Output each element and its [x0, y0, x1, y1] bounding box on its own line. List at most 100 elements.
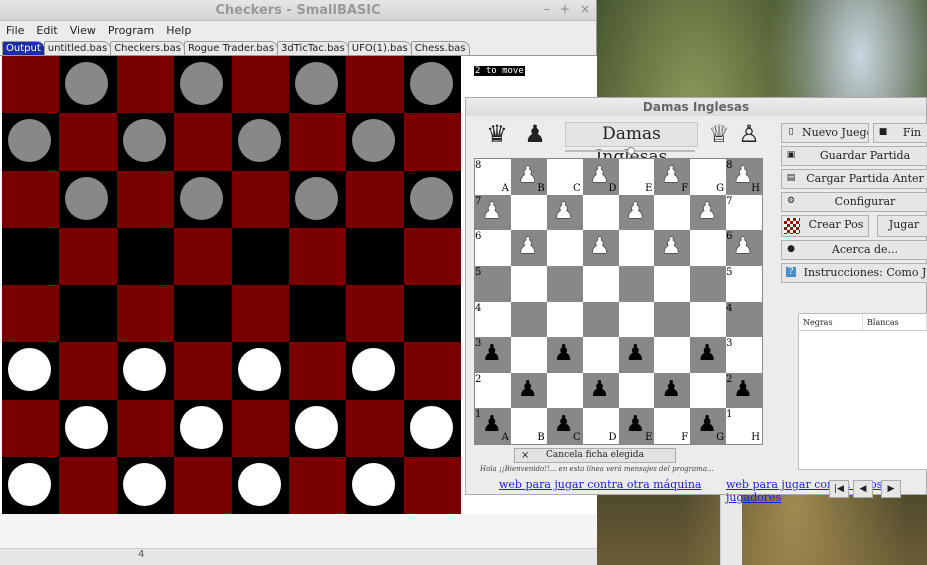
white-pawn-icon[interactable]: ♟	[518, 233, 538, 261]
board-square[interactable]	[174, 227, 232, 285]
black-pawn-icon[interactable]: ♟	[626, 340, 646, 368]
board-square[interactable]	[59, 113, 117, 171]
gray-piece[interactable]	[352, 119, 396, 163]
board-square[interactable]	[403, 227, 461, 285]
board-square[interactable]	[346, 227, 404, 285]
damas-square[interactable]: D	[582, 408, 619, 444]
gray-piece[interactable]	[8, 119, 51, 163]
board-square[interactable]	[116, 399, 175, 457]
white-piece[interactable]	[8, 348, 51, 392]
gray-piece[interactable]	[65, 176, 109, 220]
damas-square[interactable]	[510, 194, 547, 231]
tab-ufo[interactable]: UFO(1).bas	[347, 41, 412, 55]
white-piece[interactable]	[352, 348, 396, 392]
board-square[interactable]	[288, 113, 347, 171]
damas-square[interactable]: 4	[475, 301, 511, 338]
damas-square[interactable]: F	[654, 408, 691, 444]
damas-square[interactable]: B ♟	[510, 159, 547, 195]
board-square[interactable]	[2, 56, 60, 114]
damas-square[interactable]: F ♟	[654, 159, 691, 195]
board-square[interactable]	[59, 399, 117, 457]
play-button[interactable]: Jugar	[877, 215, 927, 237]
black-pawn-icon[interactable]: ♟	[482, 411, 502, 439]
board-square[interactable]	[288, 285, 347, 343]
damas-square[interactable]: 3 ♟	[475, 337, 511, 373]
white-piece[interactable]	[409, 405, 453, 449]
damas-square[interactable]	[618, 230, 655, 266]
white-piece[interactable]	[122, 348, 166, 392]
board-square[interactable]	[231, 56, 289, 114]
damas-square[interactable]: 2	[475, 372, 511, 409]
white-piece[interactable]	[180, 405, 224, 449]
board-square[interactable]	[2, 170, 60, 228]
create-position-button[interactable]: Crear Pos	[781, 215, 869, 237]
damas-square[interactable]: 7	[726, 194, 762, 231]
tab-3dtictac[interactable]: 3dTicTac.bas	[277, 41, 349, 55]
board-square[interactable]	[174, 113, 232, 171]
board-square[interactable]	[59, 56, 117, 114]
damas-square[interactable]: 4	[726, 301, 762, 338]
tab-checkers[interactable]: Checkers.bas	[110, 41, 185, 55]
damas-square[interactable]: B	[510, 408, 547, 444]
black-pawn-icon[interactable]: ♟	[697, 411, 717, 439]
white-pawn-icon[interactable]: ♟	[590, 162, 610, 190]
checkers-board[interactable]	[2, 56, 461, 514]
board-square[interactable]	[2, 399, 60, 457]
black-pawn-icon[interactable]: ♟	[554, 411, 574, 439]
damas-square[interactable]	[582, 301, 619, 338]
damas-square[interactable]	[510, 337, 547, 373]
board-square[interactable]	[403, 113, 461, 171]
board-square[interactable]	[346, 170, 404, 228]
damas-square[interactable]: ♟	[618, 194, 655, 231]
damas-square[interactable]	[618, 372, 655, 409]
damas-square[interactable]	[654, 337, 691, 373]
speed-slider[interactable]	[565, 147, 695, 155]
damas-square[interactable]: 6 ♟	[726, 230, 762, 266]
board-square[interactable]	[231, 399, 289, 457]
damas-square[interactable]: ♟	[654, 230, 691, 266]
board-square[interactable]	[174, 342, 232, 400]
black-pawn-icon[interactable]: ♟	[626, 411, 646, 439]
board-square[interactable]	[116, 456, 175, 514]
damas-square[interactable]: ♟	[546, 194, 583, 231]
board-square[interactable]	[288, 399, 347, 457]
damas-square[interactable]	[546, 230, 583, 266]
damas-square[interactable]: E	[618, 159, 655, 195]
board-square[interactable]	[231, 285, 289, 343]
board-square[interactable]	[59, 342, 117, 400]
damas-square[interactable]: ♟	[654, 372, 691, 409]
damas-square[interactable]	[690, 265, 727, 302]
board-square[interactable]	[403, 170, 461, 228]
damas-square[interactable]: 8A	[475, 159, 511, 195]
board-square[interactable]	[231, 342, 289, 400]
damas-square[interactable]	[582, 265, 619, 302]
save-game-button[interactable]: ▣ Guardar Partida	[781, 146, 927, 166]
damas-square[interactable]: 2 ♟	[726, 372, 762, 409]
menu-file[interactable]: File	[6, 24, 24, 37]
board-square[interactable]	[116, 56, 175, 114]
white-pawn-icon[interactable]: ♟	[590, 233, 610, 261]
damas-square[interactable]: C	[546, 159, 583, 195]
damas-square[interactable]: E ♟	[618, 408, 655, 444]
horizontal-scrollbar[interactable]	[0, 548, 597, 565]
board-square[interactable]	[288, 56, 347, 114]
board-square[interactable]	[231, 456, 289, 514]
white-pawn-icon[interactable]: ♟	[554, 198, 574, 226]
white-piece[interactable]	[65, 405, 109, 449]
gray-piece[interactable]	[65, 62, 109, 105]
black-pawn-icon[interactable]: ♟	[482, 340, 502, 368]
damas-square[interactable]	[582, 337, 619, 373]
load-game-button[interactable]: ▤ Cargar Partida Anter	[781, 169, 927, 189]
white-pawn-icon[interactable]: ♟	[661, 233, 681, 261]
new-game-button[interactable]: ▯ Nuevo Juego	[781, 123, 869, 143]
damas-square[interactable]	[582, 194, 619, 231]
damas-square[interactable]: ♟	[582, 372, 619, 409]
board-square[interactable]	[231, 227, 289, 285]
damas-square[interactable]: D ♟	[582, 159, 619, 195]
board-square[interactable]	[116, 285, 175, 343]
board-square[interactable]	[59, 456, 117, 514]
board-square[interactable]	[346, 285, 404, 343]
white-piece[interactable]	[8, 462, 51, 506]
black-pawn-icon[interactable]: ♟	[733, 376, 753, 404]
moves-table[interactable]: Negras Blancas	[798, 313, 927, 470]
